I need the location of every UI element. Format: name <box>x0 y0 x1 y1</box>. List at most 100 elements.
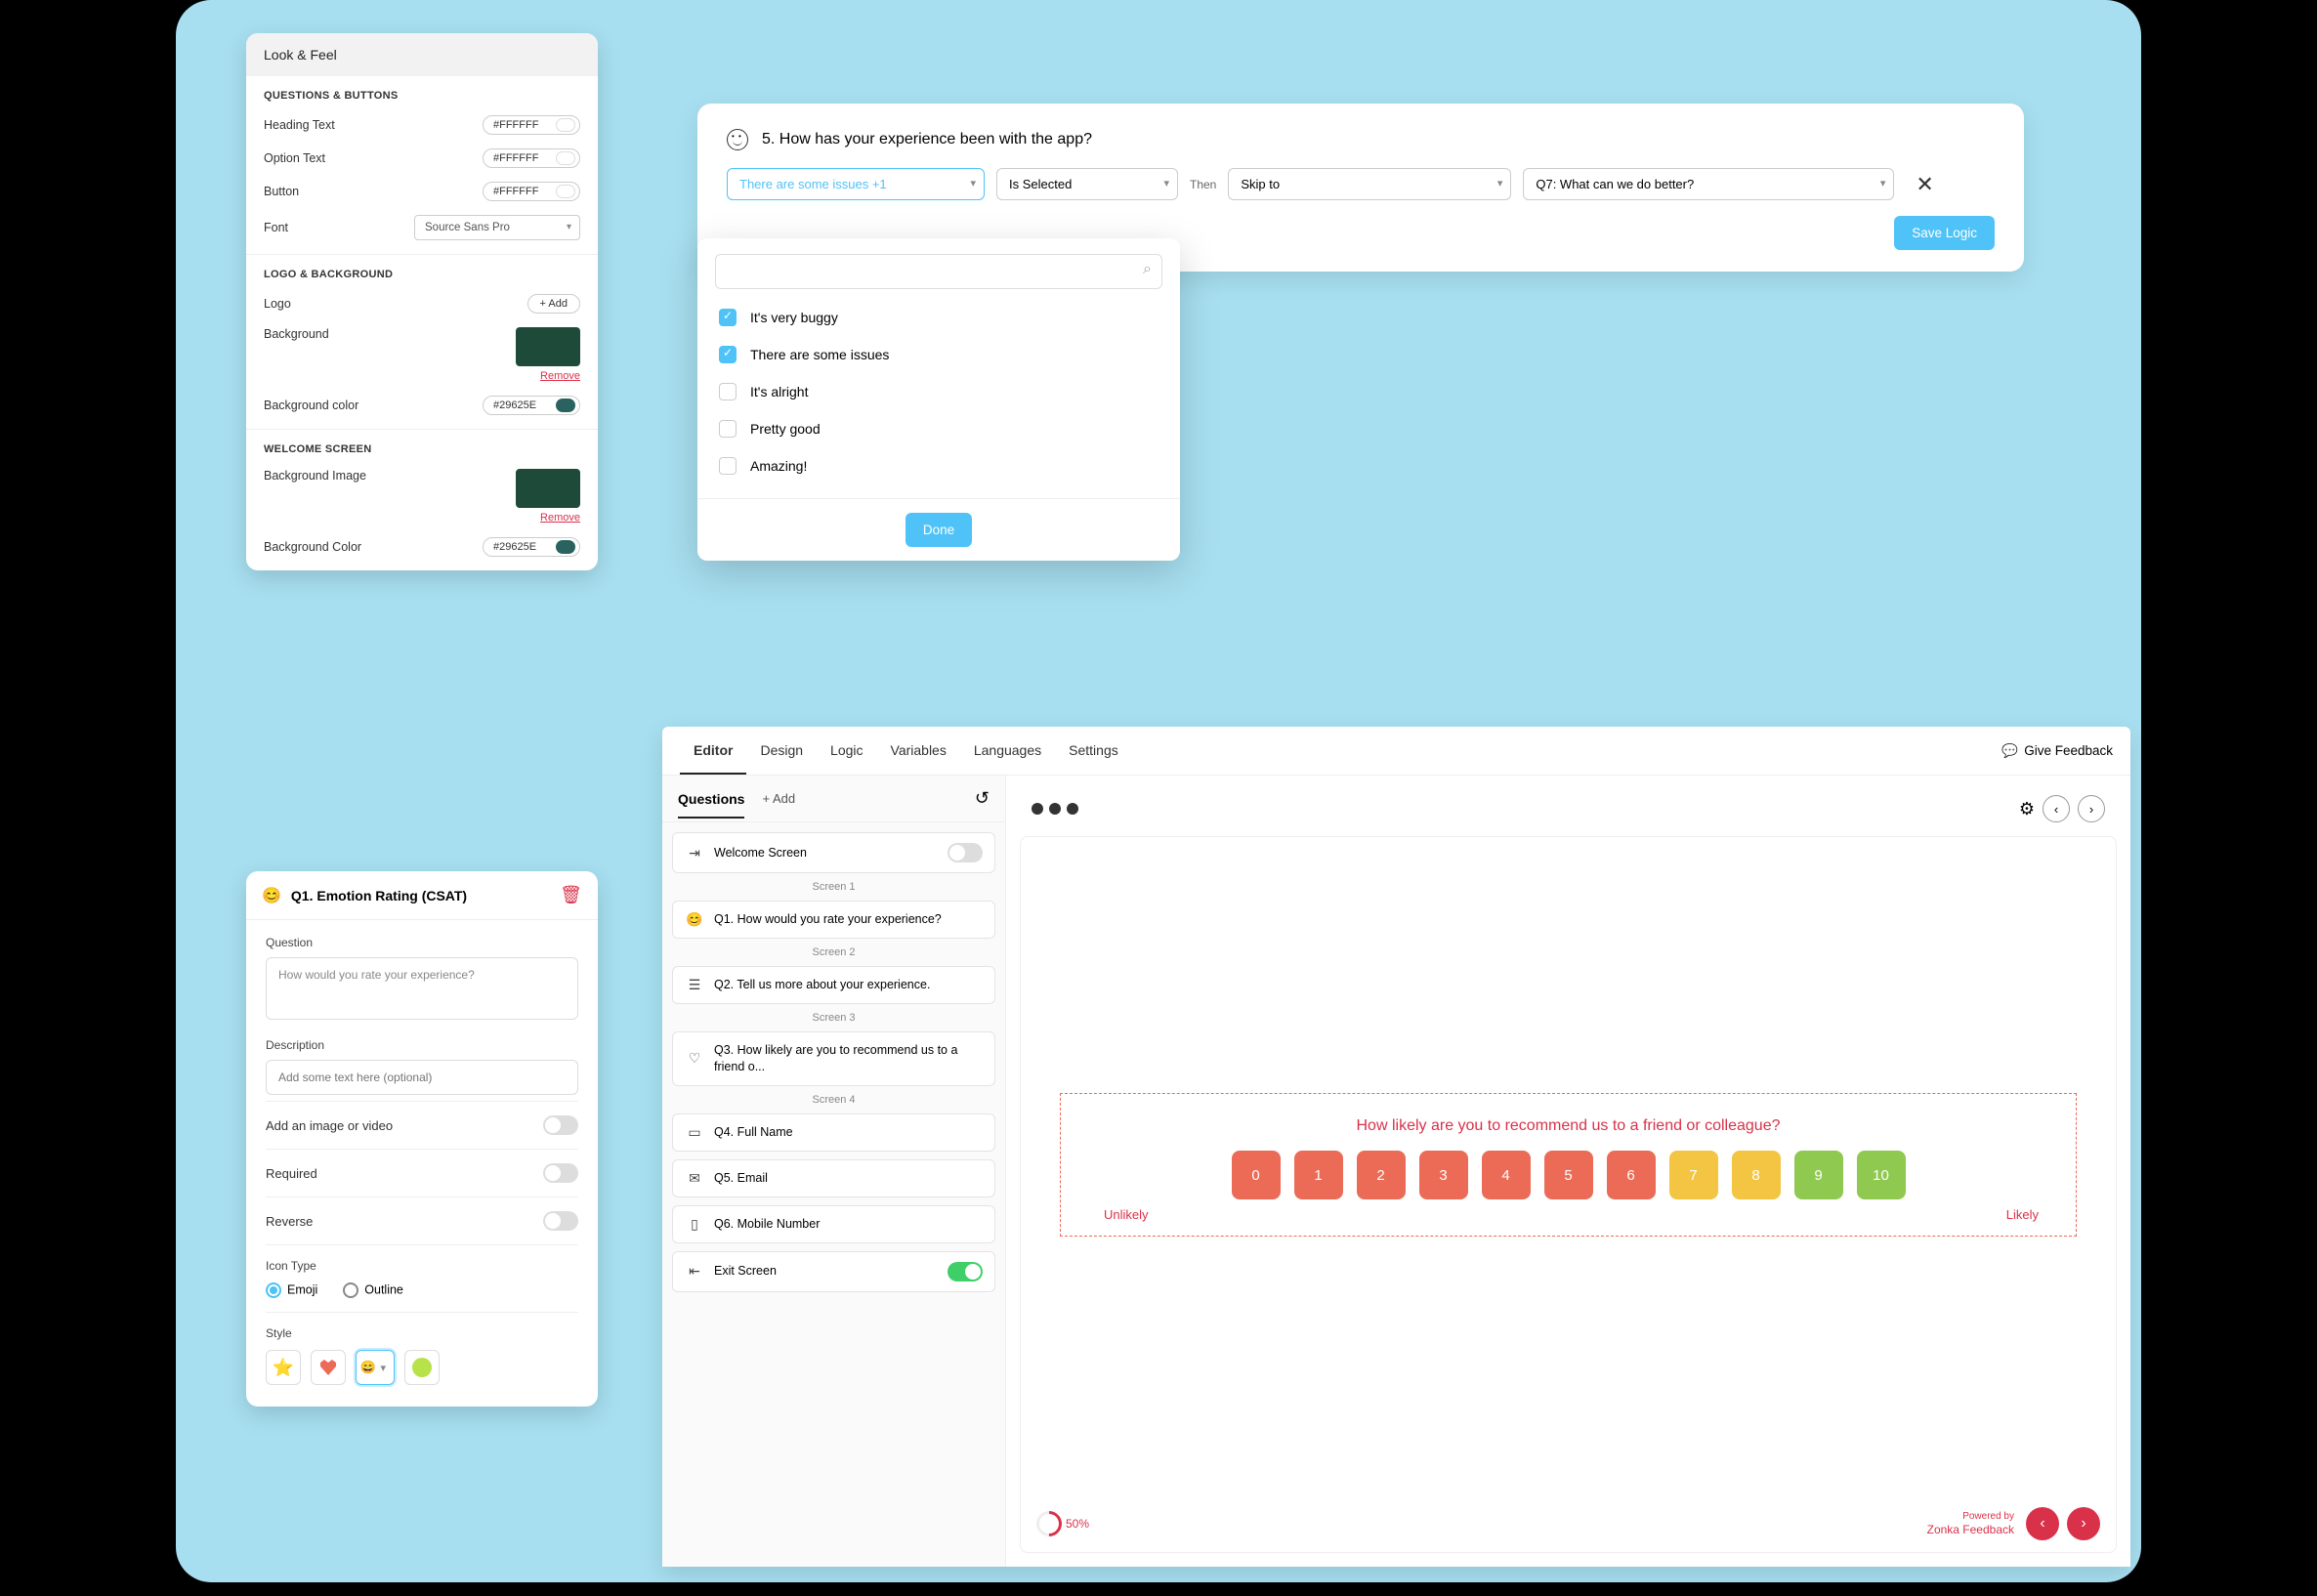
nps-button-9[interactable]: 9 <box>1794 1151 1843 1199</box>
give-feedback-link[interactable]: 💬Give Feedback <box>2001 743 2113 759</box>
powered-by-label: Powered by Zonka Feedback <box>1927 1511 2014 1536</box>
questions-sidebar: Questions + Add ↺ ⇥Welcome Screen Screen… <box>662 776 1006 1567</box>
preview-pane: ⚙ ‹ › How likely are you to recommend us… <box>1006 776 2130 1567</box>
description-input[interactable] <box>266 1060 578 1095</box>
dropdown-option[interactable]: Amazing! <box>697 447 1180 484</box>
checkbox-icon[interactable] <box>719 383 737 400</box>
nps-button-2[interactable]: 2 <box>1357 1151 1406 1199</box>
close-icon[interactable]: ✕ <box>1916 172 1933 197</box>
dropdown-option[interactable]: Pretty good <box>697 410 1180 447</box>
dropdown-option[interactable]: There are some issues <box>697 336 1180 373</box>
then-label: Then <box>1190 178 1216 191</box>
ws-bgimg-remove-link[interactable]: Remove <box>516 512 580 524</box>
tab-variables[interactable]: Variables <box>877 727 960 775</box>
nav-prev-button[interactable]: ‹ <box>2026 1507 2059 1540</box>
preview-prev-button[interactable]: ‹ <box>2043 795 2070 822</box>
checkbox-icon[interactable] <box>719 309 737 326</box>
nps-button-1[interactable]: 1 <box>1294 1151 1343 1199</box>
dropdown-option[interactable]: It's very buggy <box>697 299 1180 336</box>
nps-button-0[interactable]: 0 <box>1232 1151 1281 1199</box>
save-logic-button[interactable]: Save Logic <box>1894 216 1995 250</box>
q4-item[interactable]: ▭Q4. Full Name <box>672 1113 995 1152</box>
operator-select[interactable]: Is Selected <box>996 168 1178 200</box>
style-option-smile[interactable]: 😄 <box>356 1350 395 1385</box>
logo-add-button[interactable]: + Add <box>527 294 580 314</box>
question-textarea[interactable]: How would you rate your experience? <box>266 957 578 1020</box>
q1-item[interactable]: 😊Q1. How would you rate your experience? <box>672 901 995 939</box>
icontype-outline-radio[interactable]: Outline <box>343 1282 403 1298</box>
font-select[interactable]: Source Sans Pro <box>414 215 580 240</box>
add-image-toggle[interactable] <box>543 1115 578 1135</box>
logo-label: Logo <box>264 297 291 311</box>
style-option-circle[interactable] <box>404 1350 440 1385</box>
exit-toggle[interactable] <box>948 1262 983 1281</box>
option-text-color[interactable]: #FFFFFF <box>483 148 580 168</box>
ws-bgcolor-chip[interactable]: #29625E <box>483 537 580 557</box>
q6-item[interactable]: ▯Q6. Mobile Number <box>672 1205 995 1243</box>
tab-editor[interactable]: Editor <box>680 727 746 775</box>
style-label: Style <box>266 1326 578 1340</box>
q2-item[interactable]: ☰Q2. Tell us more about your experience. <box>672 966 995 1004</box>
q5-item[interactable]: ✉Q5. Email <box>672 1159 995 1197</box>
heading-text-color[interactable]: #FFFFFF <box>483 115 580 135</box>
dropdown-search-input[interactable] <box>715 254 1162 289</box>
welcome-toggle[interactable] <box>948 843 983 862</box>
dropdown-done-button[interactable]: Done <box>906 513 972 547</box>
nps-button-6[interactable]: 6 <box>1607 1151 1656 1199</box>
nps-likely-label: Likely <box>2006 1207 2039 1222</box>
question-type-icon <box>727 129 748 150</box>
reverse-toggle[interactable] <box>543 1211 578 1231</box>
look-feel-title: Look & Feel <box>246 33 598 76</box>
nps-button-7[interactable]: 7 <box>1669 1151 1718 1199</box>
style-option-heart[interactable] <box>311 1350 346 1385</box>
checkbox-icon[interactable] <box>719 457 737 475</box>
nps-question-text: How likely are you to recommend us to a … <box>1080 1117 2056 1135</box>
ws-bgimg-label: Background Image <box>264 469 366 483</box>
questions-tab[interactable]: Questions <box>678 779 744 819</box>
condition-select[interactable]: There are some issues +1 <box>727 168 985 200</box>
dropdown-option[interactable]: It's alright <box>697 373 1180 410</box>
bg-remove-link[interactable]: Remove <box>516 370 580 382</box>
welcome-screen-item[interactable]: ⇥Welcome Screen <box>672 832 995 873</box>
phone-icon: ▯ <box>685 1216 704 1233</box>
nps-button-5[interactable]: 5 <box>1544 1151 1593 1199</box>
nps-button-4[interactable]: 4 <box>1482 1151 1531 1199</box>
action-select[interactable]: Skip to <box>1228 168 1511 200</box>
heading-text-label: Heading Text <box>264 118 335 132</box>
button-color[interactable]: #FFFFFF <box>483 182 580 201</box>
tab-languages[interactable]: Languages <box>960 727 1055 775</box>
tab-logic[interactable]: Logic <box>817 727 876 775</box>
emotion-icon: 😊 <box>262 886 281 905</box>
question-label: Question <box>266 936 578 949</box>
welcome-section-title: WELCOME SCREEN <box>264 443 580 455</box>
q3-item[interactable]: ♡Q3. How likely are you to recommend us … <box>672 1031 995 1086</box>
target-select[interactable]: Q7: What can we do better? <box>1523 168 1894 200</box>
bgcolor-chip[interactable]: #29625E <box>483 396 580 415</box>
nps-button-8[interactable]: 8 <box>1732 1151 1781 1199</box>
gear-icon[interactable]: ⚙ <box>2019 799 2035 819</box>
add-question-button[interactable]: + Add <box>762 791 795 806</box>
exit-screen-item[interactable]: ⇤Exit Screen <box>672 1251 995 1292</box>
delete-icon[interactable]: 🗑 <box>560 885 582 905</box>
checkbox-icon[interactable] <box>719 420 737 438</box>
nps-button-3[interactable]: 3 <box>1419 1151 1468 1199</box>
nps-button-10[interactable]: 10 <box>1857 1151 1906 1199</box>
checkbox-icon[interactable] <box>719 346 737 363</box>
nav-next-button[interactable]: › <box>2067 1507 2100 1540</box>
bg-thumbnail[interactable] <box>516 327 580 366</box>
emotion-rating-panel: 😊 Q1. Emotion Rating (CSAT) 🗑 Question H… <box>246 871 598 1407</box>
required-toggle[interactable] <box>543 1163 578 1183</box>
window-dots <box>1032 803 1078 815</box>
exit-icon: ⇤ <box>685 1263 704 1280</box>
tab-design[interactable]: Design <box>746 727 817 775</box>
tab-settings[interactable]: Settings <box>1055 727 1132 775</box>
add-image-label: Add an image or video <box>266 1118 393 1133</box>
undo-icon[interactable]: ↺ <box>975 788 990 809</box>
option-text-label: Option Text <box>264 151 325 165</box>
heart-icon: ♡ <box>685 1050 704 1067</box>
preview-next-button[interactable]: › <box>2078 795 2105 822</box>
ws-bgimg-thumbnail[interactable] <box>516 469 580 508</box>
style-option-star[interactable]: ⭐ <box>266 1350 301 1385</box>
icontype-emoji-radio[interactable]: Emoji <box>266 1282 317 1298</box>
screen-3-label: Screen 3 <box>672 1012 995 1024</box>
